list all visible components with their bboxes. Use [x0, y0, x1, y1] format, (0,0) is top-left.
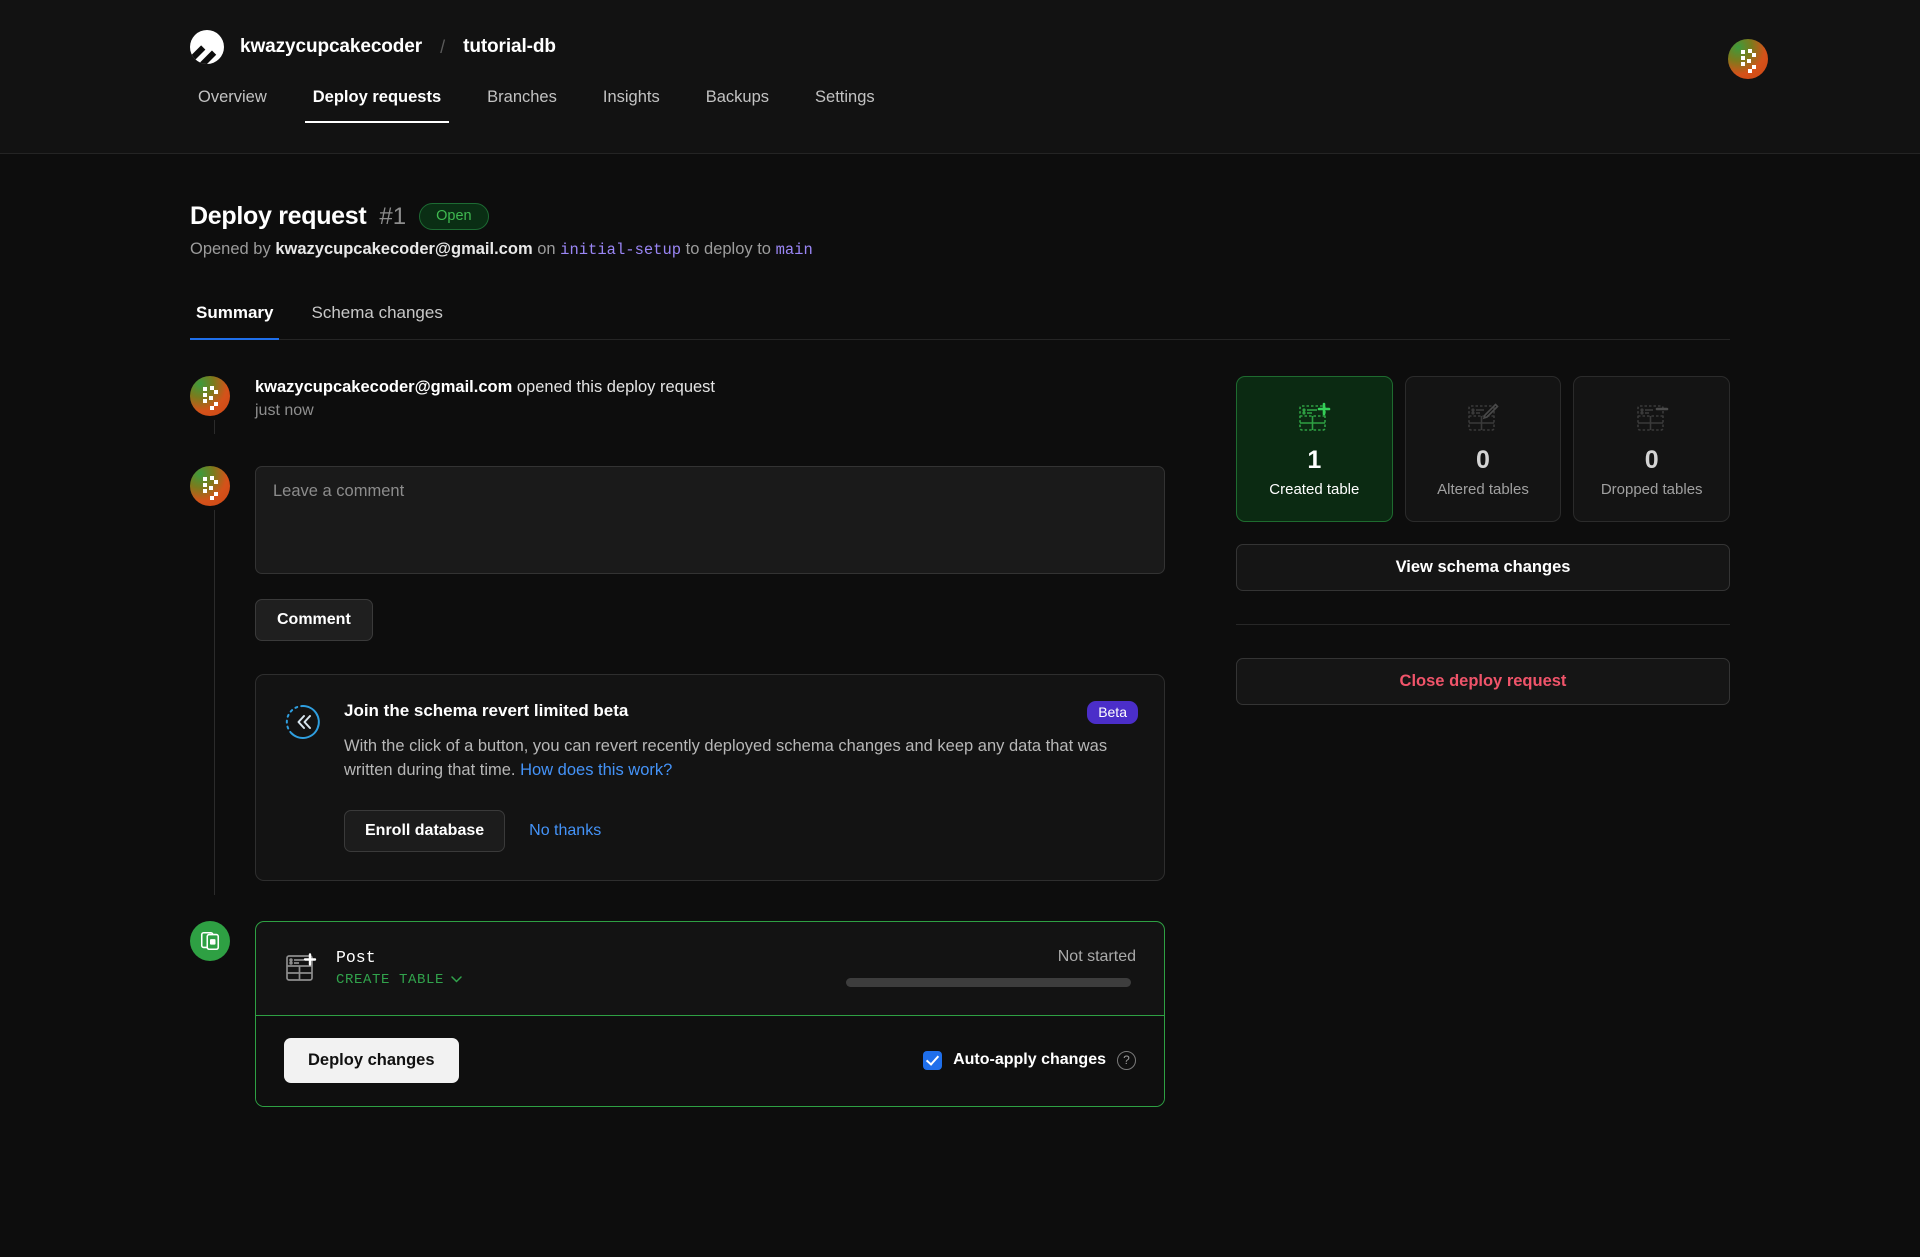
- timeline-event-body: kwazycupcakecoder@gmail.com opened this …: [255, 376, 715, 420]
- avatar: [190, 466, 230, 506]
- enroll-database-button[interactable]: Enroll database: [344, 809, 506, 852]
- avatar-k-glyph: [1728, 39, 1768, 79]
- avatar-k-glyph: [190, 376, 230, 416]
- schema-stat-cards: 1 Created table 0 Altered tables 0 Dropp…: [1236, 376, 1731, 522]
- schema-revert-icon: [284, 703, 322, 852]
- user-avatar[interactable]: [1728, 39, 1768, 79]
- beta-card-body: Join the schema revert limited beta With…: [344, 701, 1134, 852]
- timeline-event-action: opened this deploy request: [516, 378, 716, 396]
- stat-label: Altered tables: [1437, 480, 1529, 498]
- subtitle-on: on: [537, 240, 556, 258]
- deploy-changes-button[interactable]: Deploy changes: [284, 1037, 459, 1083]
- breadcrumb: kwazycupcakecoder / tutorial-db: [0, 0, 1920, 64]
- deploy-section: Post CREATE TABLE Not started Deploy cha…: [190, 920, 1180, 1107]
- nav-tab-insights[interactable]: Insights: [595, 88, 668, 123]
- beta-card-title: Join the schema revert limited beta: [344, 701, 629, 720]
- tab-summary[interactable]: Summary: [190, 303, 280, 340]
- avatar: [190, 376, 230, 416]
- beta-card-description: With the click of a button, you can reve…: [344, 735, 1134, 783]
- comment-composer-body: Comment: [255, 466, 1165, 881]
- page-title-row: Deploy request #1 Open: [190, 202, 1730, 231]
- table-operation[interactable]: CREATE TABLE: [336, 972, 462, 988]
- timeline-event-author: kwazycupcakecoder@gmail.com: [255, 378, 513, 396]
- comment-button[interactable]: Comment: [255, 599, 373, 641]
- status-badge: Open: [419, 202, 489, 231]
- main-column: kwazycupcakecoder@gmail.com opened this …: [190, 376, 1180, 1107]
- two-column-layout: kwazycupcakecoder@gmail.com opened this …: [190, 376, 1731, 1107]
- table-name: Post: [336, 947, 376, 967]
- database-name[interactable]: tutorial-db: [463, 36, 556, 58]
- stat-value: 1: [1307, 445, 1322, 474]
- deploy-progress-bar: [846, 978, 1131, 988]
- create-table-icon: [286, 953, 317, 981]
- auto-apply-control: Auto-apply changes ?: [923, 1050, 1136, 1070]
- timeline-rail: [214, 420, 215, 434]
- nav-tab-settings[interactable]: Settings: [807, 88, 883, 123]
- help-circle-icon[interactable]: ?: [1117, 1050, 1136, 1070]
- timeline-event-text: kwazycupcakecoder@gmail.com opened this …: [255, 376, 715, 397]
- chevron-down-icon: [451, 976, 462, 983]
- deploy-card: Post CREATE TABLE Not started Deploy cha…: [255, 920, 1165, 1107]
- stat-card-created-tables[interactable]: 1 Created table: [1236, 376, 1393, 522]
- page-title: Deploy request: [190, 202, 367, 230]
- auto-apply-label: Auto-apply changes: [953, 1051, 1106, 1069]
- how-does-this-work-link[interactable]: How does this work?: [520, 761, 672, 779]
- sidebar-divider: [1236, 624, 1730, 625]
- deploy-table-info: Post CREATE TABLE: [284, 948, 462, 988]
- org-name[interactable]: kwazycupcakecoder: [240, 36, 422, 58]
- avatar-k-glyph: [190, 466, 230, 506]
- beta-description-text: With the click of a button, you can reve…: [344, 737, 1108, 779]
- deploy-card-header: Post CREATE TABLE Not started: [256, 922, 1164, 1016]
- source-branch[interactable]: initial-setup: [560, 241, 681, 259]
- deploy-database-icon: [190, 920, 230, 961]
- stat-value: 0: [1476, 445, 1490, 474]
- main-nav: Overview Deploy requests Branches Insigh…: [0, 78, 1920, 123]
- deploy-card-footer: Deploy changes Auto-apply changes ?: [256, 1015, 1164, 1106]
- nav-tab-deploy-requests[interactable]: Deploy requests: [304, 88, 450, 123]
- deploy-status-area: Not started: [846, 948, 1136, 988]
- deploy-table-text: Post CREATE TABLE: [336, 948, 462, 988]
- deploy-request-subtitle: Opened by kwazycupcakecoder@gmail.com on…: [190, 240, 1730, 259]
- comment-input[interactable]: [255, 466, 1165, 574]
- deploy-request-author: kwazycupcakecoder@gmail.com: [275, 240, 533, 258]
- table-plus-icon: [1299, 402, 1331, 431]
- stat-card-altered-tables[interactable]: 0 Altered tables: [1404, 376, 1562, 522]
- planetscale-logo-icon[interactable]: [190, 30, 224, 64]
- comment-composer: Comment: [190, 466, 1180, 895]
- nav-tab-overview[interactable]: Overview: [190, 88, 275, 123]
- detail-tabs: Summary Schema changes: [190, 303, 1730, 340]
- app-root: kwazycupcakecoder / tutorial-db Overview…: [0, 0, 1920, 1257]
- top-bar: kwazycupcakecoder / tutorial-db Overview…: [0, 0, 1920, 154]
- subtitle-prefix: Opened by: [190, 240, 271, 258]
- timeline-event: kwazycupcakecoder@gmail.com opened this …: [190, 376, 1180, 434]
- stat-value: 0: [1644, 445, 1659, 474]
- table-operation-label: CREATE TABLE: [336, 971, 445, 988]
- table-minus-icon: [1636, 404, 1668, 431]
- nav-tab-backups[interactable]: Backups: [698, 88, 777, 123]
- beta-card-actions: Enroll database No thanks: [344, 809, 1134, 852]
- table-edit-icon: [1468, 402, 1499, 431]
- auto-apply-checkbox[interactable]: [923, 1050, 943, 1070]
- page-content: Deploy request #1 Open Opened by kwazycu…: [0, 154, 1920, 1107]
- stat-card-dropped-tables[interactable]: 0 Dropped tables: [1573, 376, 1731, 522]
- timeline-event-time: just now: [255, 402, 314, 419]
- tab-schema-changes[interactable]: Schema changes: [305, 303, 448, 340]
- timeline-rail: [214, 510, 215, 895]
- no-thanks-link[interactable]: No thanks: [529, 822, 601, 840]
- view-schema-changes-button[interactable]: View schema changes: [1236, 544, 1730, 591]
- stat-label: Created table: [1269, 480, 1360, 498]
- breadcrumb-separator: /: [440, 36, 446, 57]
- beta-badge: Beta: [1087, 701, 1138, 724]
- nav-tab-branches[interactable]: Branches: [479, 88, 565, 123]
- sidebar: 1 Created table 0 Altered tables 0 Dropp…: [1236, 376, 1731, 1107]
- deploy-status-text: Not started: [1057, 948, 1136, 966]
- schema-revert-beta-card: Join the schema revert limited beta With…: [255, 674, 1165, 881]
- deploy-request-number: #1: [379, 202, 407, 230]
- close-deploy-request-button[interactable]: Close deploy request: [1236, 658, 1730, 705]
- stat-label: Dropped tables: [1600, 480, 1703, 498]
- subtitle-to: to deploy to: [685, 240, 771, 258]
- target-branch[interactable]: main: [776, 241, 813, 259]
